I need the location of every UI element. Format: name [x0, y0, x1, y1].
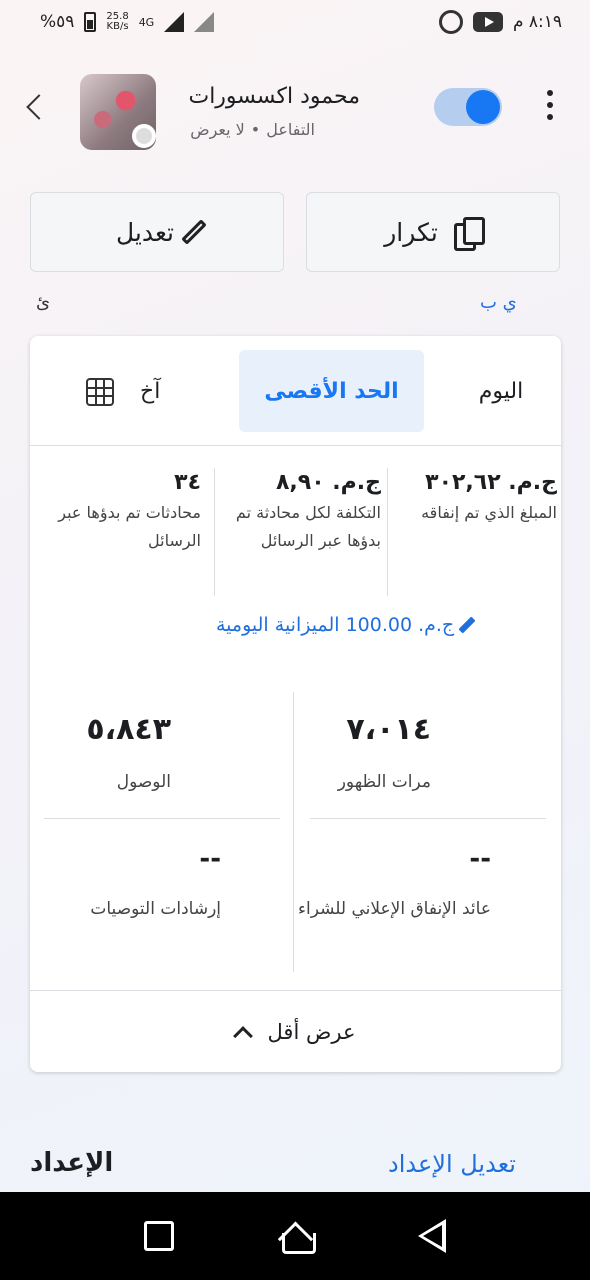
recents-icon[interactable] [143, 1221, 174, 1251]
metric-label: مرات الظهور [337, 772, 431, 792]
net-speed-unit: KB/s [106, 21, 129, 32]
edit-button-label: تعديل [115, 217, 175, 247]
metric-value: -- [199, 844, 221, 874]
tab-today[interactable]: اليوم [442, 350, 560, 432]
divider [310, 818, 546, 819]
net-speed: 25.8 KB/s [106, 12, 128, 32]
stat-label: التكلفة لكل محادثة تم بدؤها عبر الرسائل [235, 503, 381, 550]
battery-icon [84, 12, 97, 32]
edit-setup-link[interactable]: تعديل الإعداد [388, 1150, 516, 1178]
clock: ٨:١٩ م [512, 12, 562, 32]
chatgpt-icon [438, 10, 463, 34]
ad-status-line: التفاعل • لا يعرض [190, 120, 315, 139]
battery-percent: %٥٩ [40, 12, 75, 32]
signal-icon [164, 12, 185, 32]
status-separator: • [250, 120, 261, 139]
status-bar-left: %٥٩ 25.8 KB/s 4G [40, 12, 215, 32]
metric-label: إرشادات التوصيات [90, 899, 221, 919]
metric-label: الوصول [116, 772, 171, 792]
results-card: اليوم الحد الأقصى آخ ج.م. ٣٠٢,٦٢ المبلغ … [30, 336, 561, 1072]
signal-icon-secondary [194, 12, 215, 32]
stat-value: ج.م. ٨,٩٠ [276, 470, 381, 495]
date-range-tabs: اليوم الحد الأقصى آخ [30, 336, 561, 446]
metric-value: -- [469, 844, 491, 874]
status-text: التفاعل [266, 120, 315, 139]
divider [293, 692, 294, 972]
page-name: محمود اكسسورات [188, 84, 360, 109]
divider [387, 468, 388, 596]
status-dot-icon [132, 124, 156, 148]
copy-icon [453, 217, 485, 251]
setup-section: الإعداد تعديل الإعداد [0, 1148, 590, 1188]
system-nav-bar [0, 1192, 590, 1280]
stat-label: محادثات تم بدؤها عبر الرسائل [58, 503, 201, 550]
pencil-icon [181, 219, 207, 245]
summary-stats: ج.م. ٣٠٢,٦٢ المبلغ الذي تم إنفاقه ج.م. ٨… [30, 446, 561, 596]
more-options-icon[interactable] [538, 90, 562, 120]
stat-conversations: ٣٤ محادثات تم بدؤها عبر الرسائل [51, 470, 201, 555]
calendar-table-icon[interactable] [86, 378, 114, 406]
show-less-button[interactable]: عرض أقل [30, 990, 561, 1072]
ad-toggle[interactable] [434, 88, 502, 126]
scrolled-text-fragment: ي ب [480, 292, 517, 313]
divider [214, 468, 215, 596]
metrics-grid: ٧،٠١٤ مرات الظهور ٥،٨٤٣ الوصول -- عائد ا… [30, 676, 561, 976]
edit-button[interactable]: تعديل [30, 192, 284, 272]
status-bar: %٥٩ 25.8 KB/s 4G ٨:١٩ م [0, 0, 590, 44]
metric-recommendations: -- إرشادات التوصيات [51, 844, 221, 924]
ad-header: محمود اكسسورات التفاعل • لا يعرض [0, 60, 590, 160]
stat-value: ٣٤ [174, 470, 201, 495]
metric-purchase-roas: -- عائد الإنفاق الإعلاني للشراء [291, 844, 491, 924]
pencil-icon [458, 616, 476, 634]
daily-budget-link[interactable]: ج.م. 100.00 الميزانية اليومية [216, 614, 476, 636]
status-bar-right: ٨:١٩ م [438, 10, 562, 34]
duplicate-button-label: تكرار [384, 217, 438, 247]
tab-last[interactable]: آخ [140, 350, 200, 432]
stat-value: ج.م. ٣٠٢,٦٢ [425, 470, 557, 495]
home-icon[interactable] [281, 1221, 316, 1254]
metric-value: ٧،٠١٤ [346, 712, 431, 747]
duplicate-button[interactable]: تكرار [306, 192, 560, 272]
chevron-up-icon [232, 1025, 253, 1046]
stat-label: المبلغ الذي تم إنفاقه [421, 503, 557, 522]
back-icon[interactable] [418, 1219, 447, 1253]
scrolled-text-fragment-left: ئ [36, 292, 51, 313]
setup-title: الإعداد [30, 1148, 114, 1178]
metric-label: عائد الإنفاق الإعلاني للشراء [298, 899, 491, 919]
delivery-text: لا يعرض [190, 120, 245, 139]
show-less-label: عرض أقل [267, 1019, 356, 1044]
metric-reach: ٥،٨٤٣ الوصول [41, 712, 171, 797]
metric-value: ٥،٨٤٣ [86, 712, 171, 747]
daily-budget-text: ج.م. 100.00 الميزانية اليومية [216, 614, 455, 636]
tab-maximum[interactable]: الحد الأقصى [239, 350, 424, 432]
stat-amount-spent: ج.م. ٣٠٢,٦٢ المبلغ الذي تم إنفاقه [397, 470, 557, 527]
stat-cost-per-conversation: ج.م. ٨,٩٠ التكلفة لكل محادثة تم بدؤها عب… [231, 470, 381, 555]
youtube-icon [472, 12, 503, 32]
network-type: 4G [138, 15, 155, 29]
divider [44, 818, 280, 819]
chevron-left-icon[interactable] [26, 94, 52, 120]
metric-impressions: ٧،٠١٤ مرات الظهور [211, 712, 431, 797]
